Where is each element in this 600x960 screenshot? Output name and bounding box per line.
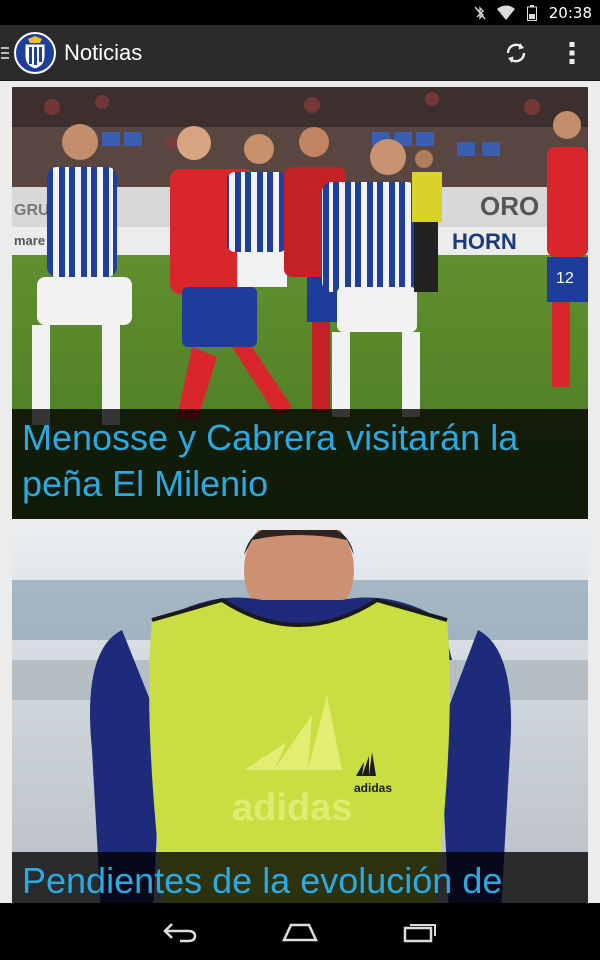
svg-text:GRU: GRU [14,202,50,219]
headline-overlay: Pendientes de la evolución de [12,852,588,903]
refresh-button[interactable] [488,25,544,81]
bluetooth-off-icon [471,4,489,22]
overflow-menu-icon [569,41,575,64]
svg-text:adidas: adidas [354,781,392,795]
svg-text:ORO: ORO [480,191,539,221]
svg-text:12: 12 [556,270,574,287]
clock: 20:38 [548,3,592,22]
drawer-indicator-icon[interactable] [0,46,9,59]
news-list: GRU mare ORO HORN 12 Menosse y Cabrera v… [0,81,600,903]
overflow-menu-button[interactable] [544,25,600,81]
recents-button[interactable] [390,912,450,952]
svg-text:adidas: adidas [232,787,352,829]
news-card[interactable]: GRU mare ORO HORN 12 Menosse y Cabrera v… [12,87,588,519]
svg-text:HORN: HORN [452,229,517,254]
back-button[interactable] [150,912,210,952]
back-icon [163,922,197,942]
news-headline[interactable]: Pendientes de la evolución de [22,858,578,903]
svg-text:mare: mare [14,233,45,248]
status-bar: 20:38 [0,0,600,25]
news-card[interactable]: adidas adidas Pendientes de la evolución… [12,530,588,903]
battery-icon [523,4,541,22]
news-headline[interactable]: Menosse y Cabrera visitarán la peña El M… [22,415,578,507]
navigation-bar [0,903,600,960]
club-crest-logo[interactable] [14,31,56,74]
refresh-icon [506,42,526,63]
home-button[interactable] [270,912,330,952]
player-training-photo: adidas adidas [12,530,588,903]
home-icon [282,923,318,941]
action-bar: Noticias [0,25,600,81]
recents-icon [403,923,436,942]
screen: 20:38 Noticias GRU mare ORO HORN 12 Meno… [0,0,600,960]
headline-overlay: Menosse y Cabrera visitarán la peña El M… [12,409,588,519]
page-title: Noticias [64,39,143,65]
wifi-icon [496,4,515,22]
